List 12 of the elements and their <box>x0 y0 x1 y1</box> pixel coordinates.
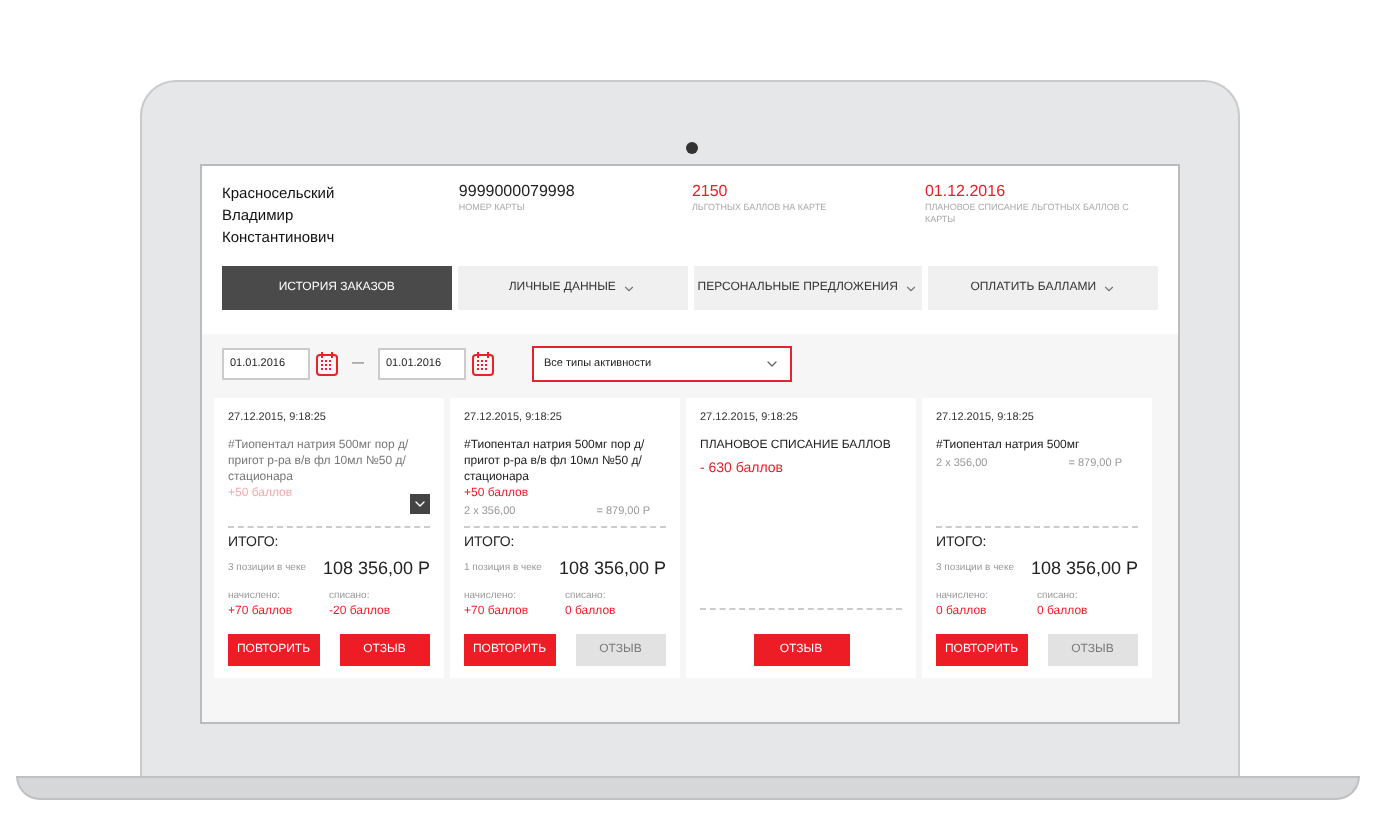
camera-icon <box>686 142 698 154</box>
stat-value: 01.12.2016 <box>924 182 1008 202</box>
chevron-down-icon <box>764 356 780 372</box>
calendar-icon[interactable] <box>316 352 338 376</box>
total-amount: 108 356,00 Р <box>322 556 430 582</box>
calendar-icon[interactable] <box>472 352 494 376</box>
total-amount: 108 356,00 Р <box>558 556 666 582</box>
stat-value: 9999000079998 <box>458 182 577 202</box>
chevron-down-icon <box>412 496 428 512</box>
total-amount: 108 356,00 Р <box>1030 556 1138 582</box>
stat-value: 2150 <box>691 182 730 202</box>
expand-button[interactable] <box>410 494 430 514</box>
